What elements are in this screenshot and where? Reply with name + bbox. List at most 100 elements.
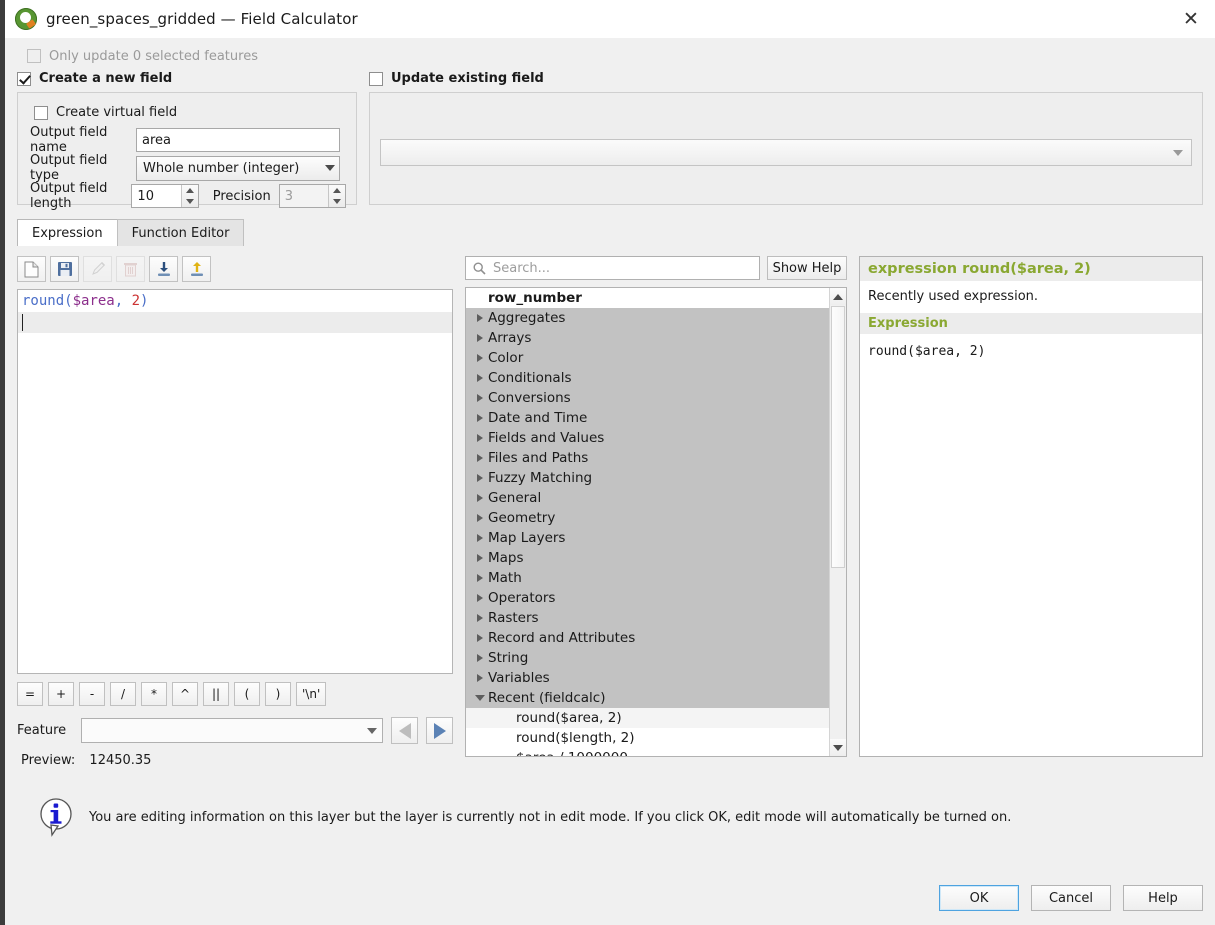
chevron-right-icon[interactable] xyxy=(472,494,488,502)
output-field-type-row: Output field type Whole number (integer) xyxy=(30,153,346,183)
chevron-right-icon[interactable] xyxy=(472,534,488,542)
operator-power-button[interactable]: ^ xyxy=(172,682,198,706)
chevron-right-icon[interactable] xyxy=(472,654,488,662)
tree-item-rasters[interactable]: Rasters xyxy=(466,608,829,628)
tab-expression[interactable]: Expression xyxy=(17,219,118,246)
tree-item-map-layers[interactable]: Map Layers xyxy=(466,528,829,548)
help-button[interactable]: Help xyxy=(1123,885,1203,911)
tree-item-variables[interactable]: Variables xyxy=(466,668,829,688)
existing-field-select[interactable] xyxy=(380,139,1192,166)
operator-minus-button[interactable]: - xyxy=(79,682,105,706)
stepper-down-icon[interactable] xyxy=(333,199,341,204)
tree-item-color[interactable]: Color xyxy=(466,348,829,368)
feature-select[interactable] xyxy=(81,718,383,743)
chevron-right-icon[interactable] xyxy=(472,374,488,382)
chevron-down-icon[interactable] xyxy=(472,695,488,701)
create-new-field-checkbox[interactable] xyxy=(17,71,31,86)
chevron-right-icon[interactable] xyxy=(472,614,488,622)
tree-item-date-and-time[interactable]: Date and Time xyxy=(466,408,829,428)
update-existing-field-checkbox-row[interactable]: Update existing field xyxy=(369,71,1203,86)
operator-divide-button[interactable]: / xyxy=(110,682,136,706)
operator-close-paren-button[interactable]: ) xyxy=(265,682,291,706)
scroll-down-icon[interactable] xyxy=(830,739,846,756)
chevron-right-icon[interactable] xyxy=(472,514,488,522)
tree-item-operators[interactable]: Operators xyxy=(466,588,829,608)
stepper-up-icon[interactable] xyxy=(333,188,341,193)
next-feature-icon[interactable] xyxy=(426,717,453,744)
stepper-up-icon[interactable] xyxy=(185,188,194,193)
tree-item-conditionals[interactable]: Conditionals xyxy=(466,368,829,388)
chevron-right-icon[interactable] xyxy=(472,334,488,342)
output-field-length-stepper[interactable]: 10 xyxy=(131,184,199,208)
tree-item-recent-round-length[interactable]: round($length, 2) xyxy=(466,728,829,748)
tree-item-label: Record and Attributes xyxy=(488,630,636,646)
expression-editor-pane: round($area, 2) = + - / * ^ || ( ) '\n' xyxy=(17,256,453,768)
scroll-up-icon[interactable] xyxy=(830,288,846,305)
search-input[interactable]: Search... xyxy=(465,256,760,280)
tree-item-geometry[interactable]: Geometry xyxy=(466,508,829,528)
function-tree-scrollbar[interactable] xyxy=(829,288,846,756)
precision-stepper[interactable]: 3 xyxy=(278,184,346,208)
operator-equals-button[interactable]: = xyxy=(17,682,43,706)
chevron-right-icon[interactable] xyxy=(472,474,488,482)
chevron-right-icon[interactable] xyxy=(472,574,488,582)
stepper-down-icon[interactable] xyxy=(185,199,194,204)
tree-item-row-number[interactable]: row_number xyxy=(466,288,829,308)
tree-item-fuzzy-matching[interactable]: Fuzzy Matching xyxy=(466,468,829,488)
operator-concat-button[interactable]: || xyxy=(203,682,229,706)
tree-item-fields-and-values[interactable]: Fields and Values xyxy=(466,428,829,448)
tree-item-files-and-paths[interactable]: Files and Paths xyxy=(466,448,829,468)
create-virtual-field-checkbox-row[interactable]: Create virtual field xyxy=(34,105,346,120)
tree-item-recent-area-divide[interactable]: $area / 1000000 xyxy=(466,748,829,756)
chevron-right-icon[interactable] xyxy=(472,674,488,682)
tree-item-label: Conditionals xyxy=(488,370,572,386)
tree-item-aggregates[interactable]: Aggregates xyxy=(466,308,829,328)
operator-plus-button[interactable]: + xyxy=(48,682,74,706)
tree-item-conversions[interactable]: Conversions xyxy=(466,388,829,408)
export-expressions-icon[interactable] xyxy=(182,256,211,282)
create-virtual-field-checkbox[interactable] xyxy=(34,105,48,120)
tab-function-editor[interactable]: Function Editor xyxy=(116,219,245,246)
token-close-paren: ) xyxy=(140,293,149,309)
operator-open-paren-button[interactable]: ( xyxy=(234,682,260,706)
chevron-right-icon[interactable] xyxy=(472,454,488,462)
update-existing-field-checkbox[interactable] xyxy=(369,71,383,86)
close-icon[interactable]: ✕ xyxy=(1167,0,1215,38)
ok-button[interactable]: OK xyxy=(939,885,1019,911)
tree-item-record-and-attributes[interactable]: Record and Attributes xyxy=(466,628,829,648)
chevron-right-icon[interactable] xyxy=(472,554,488,562)
save-expression-icon[interactable] xyxy=(50,256,79,282)
operator-multiply-button[interactable]: * xyxy=(141,682,167,706)
chevron-right-icon[interactable] xyxy=(472,594,488,602)
only-update-selected-checkbox-row[interactable]: Only update 0 selected features xyxy=(17,38,1203,66)
tree-item-string[interactable]: String xyxy=(466,648,829,668)
chevron-right-icon[interactable] xyxy=(472,354,488,362)
tree-item-maps[interactable]: Maps xyxy=(466,548,829,568)
chevron-right-icon[interactable] xyxy=(472,314,488,322)
output-field-name-input[interactable] xyxy=(136,128,340,152)
chevron-right-icon[interactable] xyxy=(472,634,488,642)
delete-expression-icon xyxy=(116,256,145,282)
function-tree[interactable]: row_number Aggregates Arrays Color Condi… xyxy=(465,287,847,757)
cancel-button[interactable]: Cancel xyxy=(1031,885,1111,911)
output-field-type-select[interactable]: Whole number (integer) xyxy=(136,155,340,181)
only-update-selected-checkbox[interactable] xyxy=(27,49,41,63)
chevron-right-icon[interactable] xyxy=(472,434,488,442)
tree-item-general[interactable]: General xyxy=(466,488,829,508)
chevron-right-icon[interactable] xyxy=(472,414,488,422)
expression-text-editor[interactable]: round($area, 2) xyxy=(17,289,453,674)
tree-item-arrays[interactable]: Arrays xyxy=(466,328,829,348)
new-expression-icon[interactable] xyxy=(17,256,46,282)
chevron-right-icon[interactable] xyxy=(472,394,488,402)
output-field-length-row: Output field length 10 Precision 3 xyxy=(30,181,346,211)
tree-item-recent-round-area[interactable]: round($area, 2) xyxy=(466,708,829,728)
create-new-field-checkbox-row[interactable]: Create a new field xyxy=(17,71,357,86)
precision-spin-buttons[interactable] xyxy=(328,185,345,207)
import-expressions-icon[interactable] xyxy=(149,256,178,282)
operator-newline-button[interactable]: '\n' xyxy=(296,682,327,706)
output-field-length-spin-buttons[interactable] xyxy=(180,185,198,207)
scrollbar-thumb[interactable] xyxy=(831,306,845,568)
tree-item-recent-fieldcalc[interactable]: Recent (fieldcalc) xyxy=(466,688,829,708)
tree-item-math[interactable]: Math xyxy=(466,568,829,588)
show-help-button[interactable]: Show Help xyxy=(767,256,847,280)
